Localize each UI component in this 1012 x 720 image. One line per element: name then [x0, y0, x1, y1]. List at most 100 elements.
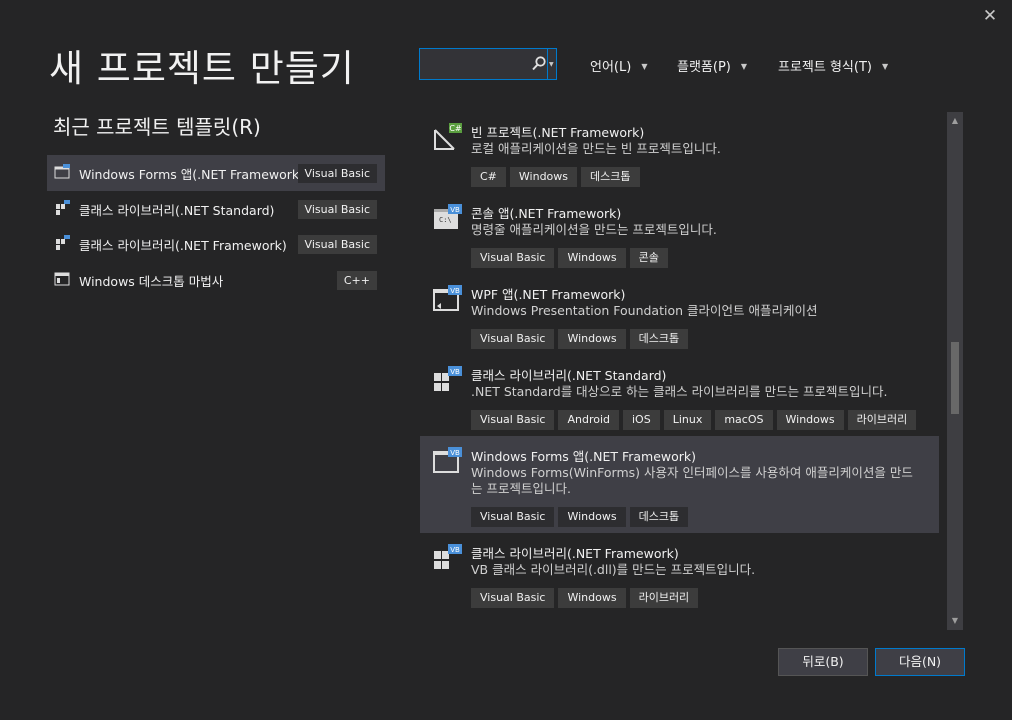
language-filter[interactable]: 언어(L) ▼ [590, 56, 647, 75]
template-item[interactable]: VB 클래스 라이브러리(.NET Framework) VB 클래스 라이브러… [420, 533, 939, 614]
tag: Visual Basic [471, 410, 555, 430]
close-icon[interactable]: ✕ [980, 6, 1000, 26]
template-name: Windows Forms 앱(.NET Framework) [471, 449, 697, 464]
badge-text: VB [450, 546, 460, 554]
windows-forms-icon: VB [433, 447, 462, 473]
template-item[interactable]: C# 빈 프로젝트(.NET Framework) 로컬 애플리케이션을 만드는… [420, 112, 939, 193]
tag: Android [558, 410, 619, 430]
template-name: 콘솔 앱(.NET Framework) [471, 206, 622, 221]
search-input[interactable] [426, 54, 530, 76]
recent-item[interactable]: Windows Forms 앱(.NET Framework) Visual B… [47, 155, 385, 191]
scroll-thumb[interactable] [951, 342, 959, 414]
template-description: Windows Presentation Foundation 클라이언트 애플… [471, 303, 818, 318]
template-item[interactable]: C:\ VB 콘솔 앱(.NET Framework) 명령줄 애플리케이션을 만… [420, 193, 939, 274]
badge-text: VB [450, 368, 460, 376]
filter-label: 플랫폼(P) [677, 60, 731, 75]
recent-templates-heading: 최근 프로젝트 템플릿(R) [53, 115, 261, 139]
class-library-icon [56, 199, 70, 215]
tag-list: Visual Basic Windows 콘솔 [471, 246, 672, 268]
tag: Windows [558, 507, 626, 527]
tag: Windows [558, 588, 626, 608]
platform-filter[interactable]: 플랫폼(P) ▼ [677, 56, 747, 75]
search-dropdown-button[interactable]: ▼ [547, 49, 558, 79]
back-button[interactable]: 뒤로(B) [778, 648, 868, 676]
tag: 라이브러리 [629, 588, 699, 608]
tag: 라이브러리 [847, 410, 917, 430]
tag: macOS [715, 410, 773, 430]
tag: Windows [558, 248, 626, 268]
template-name: WPF 앱(.NET Framework) [471, 287, 626, 302]
template-name: 빈 프로젝트(.NET Framework) [471, 125, 645, 140]
tag: Visual Basic [471, 248, 555, 268]
template-list[interactable]: C# 빈 프로젝트(.NET Framework) 로컬 애플리케이션을 만드는… [420, 112, 939, 630]
class-library-icon: VB [434, 366, 462, 391]
class-library-icon: VB [434, 544, 462, 569]
badge-text: VB [450, 449, 460, 457]
project-type-filter[interactable]: 프로젝트 형식(T) ▼ [778, 56, 888, 75]
tag-list: Visual Basic Windows 데스크톱 [471, 327, 692, 349]
scroll-up-arrow-icon[interactable]: ▲ [947, 114, 963, 128]
tag: C# [471, 167, 506, 187]
template-description: Windows Forms(WinForms) 사용자 인터페이스를 사용하여 … [471, 465, 913, 496]
next-button[interactable]: 다음(N) [875, 648, 965, 676]
recent-item[interactable]: 클래스 라이브러리(.NET Standard) Visual Basic [47, 191, 385, 227]
empty-project-icon: C# [434, 123, 462, 150]
tag: 데스크톱 [581, 167, 640, 187]
recent-item-name: Windows 데스크톱 마법사 [79, 273, 224, 289]
scroll-down-arrow-icon[interactable]: ▼ [947, 614, 963, 628]
template-description: VB 클래스 라이브러리(.dll)를 만드는 프로젝트입니다. [471, 562, 756, 577]
template-item-selected[interactable]: VB Windows Forms 앱(.NET Framework) Windo… [420, 436, 939, 533]
desktop-wizard-icon [54, 272, 70, 285]
chevron-down-icon: ▼ [549, 61, 554, 68]
tag-list: Visual Basic Windows 데스크톱 [471, 505, 692, 527]
filter-label: 프로젝트 형식(T) [778, 60, 872, 75]
recent-item-name: 클래스 라이브러리(.NET Standard) [79, 202, 275, 218]
tag: Windows [776, 410, 844, 430]
recent-item-name: 클래스 라이브러리(.NET Framework) [79, 238, 287, 253]
template-description: 로컬 애플리케이션을 만드는 빈 프로젝트입니다. [471, 141, 721, 156]
tag: 데스크톱 [629, 329, 689, 349]
tag: iOS [623, 410, 660, 430]
recent-templates-list: Windows Forms 앱(.NET Framework) Visual B… [47, 155, 385, 297]
tag: Visual Basic [471, 588, 555, 608]
windows-forms-icon [54, 164, 70, 179]
tag: 데스크톱 [629, 507, 689, 527]
tag: Linux [663, 410, 712, 430]
wpf-app-icon: VB [433, 285, 462, 311]
language-tag: Visual Basic [297, 235, 377, 254]
language-tag: Visual Basic [297, 164, 377, 183]
filter-label: 언어(L) [590, 60, 632, 75]
tag-list: Visual Basic Windows 라이브러리 [471, 586, 702, 608]
recent-item[interactable]: Windows 데스크톱 마법사 C++ [47, 262, 385, 298]
console-app-icon: C:\ VB [434, 204, 462, 229]
class-library-icon [56, 235, 70, 250]
chevron-down-icon: ▼ [740, 62, 748, 71]
template-item[interactable]: VB 클래스 라이브러리(.NET Standard) .NET Standar… [420, 355, 939, 436]
svg-text:C:\: C:\ [439, 216, 452, 224]
template-list-scrollbar[interactable]: ▲ ▼ [947, 112, 963, 630]
badge-text: C# [449, 124, 462, 133]
page-title: 새 프로젝트 만들기 [49, 47, 355, 90]
recent-item-name: Windows Forms 앱(.NET Framework) [79, 167, 305, 182]
tag: Windows [509, 167, 578, 187]
template-description: 명령줄 애플리케이션을 만드는 프로젝트입니다. [471, 222, 717, 237]
template-description: .NET Standard를 대상으로 하는 클래스 라이브러리를 만드는 프로… [471, 384, 888, 399]
template-name: 클래스 라이브러리(.NET Standard) [471, 368, 667, 383]
language-tag: Visual Basic [297, 199, 377, 219]
chevron-down-icon: ▼ [641, 62, 648, 71]
tag: 콘솔 [629, 248, 668, 268]
language-tag: C++ [336, 270, 377, 290]
chevron-down-icon: ▼ [881, 62, 889, 71]
badge-text: VB [450, 287, 460, 295]
template-name: 클래스 라이브러리(.NET Framework) [471, 546, 679, 561]
recent-item[interactable]: 클래스 라이브러리(.NET Framework) Visual Basic [47, 226, 385, 262]
search-box[interactable]: ▼ [419, 48, 557, 80]
tag: Windows [558, 329, 626, 349]
tag-list: C# Windows 데스크톱 [471, 165, 644, 187]
badge-text: VB [450, 206, 460, 214]
template-item[interactable]: VB WPF 앱(.NET Framework) Windows Present… [420, 274, 939, 355]
search-icon[interactable] [531, 55, 547, 73]
tag: Visual Basic [471, 507, 555, 527]
tag: Visual Basic [471, 329, 555, 349]
tag-list: Visual Basic Android iOS Linux macOS Windows 라… [471, 408, 920, 430]
